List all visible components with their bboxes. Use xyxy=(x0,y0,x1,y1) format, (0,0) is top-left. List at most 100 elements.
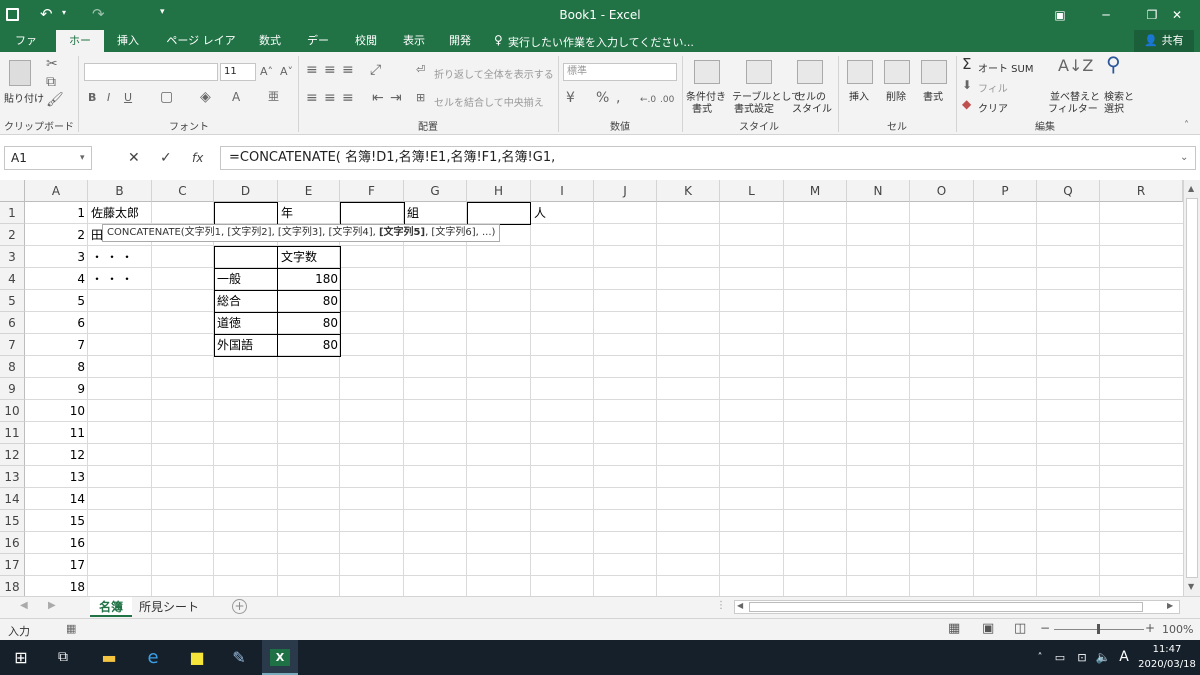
align-middle-icon[interactable]: ≡ xyxy=(324,62,336,78)
tray-up-arrow-icon[interactable]: ˄ xyxy=(1032,640,1048,675)
fill-icon[interactable]: ⬇ xyxy=(962,77,972,93)
cell-e5[interactable]: 80 xyxy=(278,290,341,312)
column-header-j[interactable]: J xyxy=(594,180,657,202)
scroll-down-icon[interactable]: ▼ xyxy=(1188,582,1194,591)
font-name-box[interactable] xyxy=(84,63,218,81)
new-sheet-icon[interactable]: + xyxy=(232,599,247,614)
tab-review[interactable]: 校閲 xyxy=(346,30,386,52)
row-header-11[interactable]: 11 xyxy=(0,422,25,444)
paste-button-label[interactable]: 貼り付け xyxy=(4,90,44,105)
page-break-view-icon[interactable]: ◫ xyxy=(1014,621,1026,636)
column-header-o[interactable]: O xyxy=(910,180,974,202)
align-top-icon[interactable]: ≡ xyxy=(306,62,318,78)
column-header-d[interactable]: D xyxy=(214,180,278,202)
cell-e7[interactable]: 80 xyxy=(278,334,341,356)
page-layout-view-icon[interactable]: ▣ xyxy=(982,621,994,636)
font-color-icon[interactable]: A xyxy=(232,89,240,105)
cell-i1[interactable]: 人 xyxy=(531,202,549,224)
ribbon-display-icon[interactable]: ▣ xyxy=(1037,0,1083,30)
share-button[interactable]: 👤 共有 xyxy=(1134,30,1194,52)
ime-indicator[interactable]: A xyxy=(1116,640,1132,675)
fill-button[interactable]: フィル xyxy=(978,80,1008,95)
delete-cells-label[interactable]: 削除 xyxy=(886,88,906,103)
column-header-n[interactable]: N xyxy=(847,180,910,202)
column-header-f[interactable]: F xyxy=(340,180,404,202)
cancel-icon[interactable]: ✕ xyxy=(128,150,140,166)
cell-b1[interactable]: 佐藤太郎 xyxy=(88,202,142,224)
column-header-m[interactable]: M xyxy=(784,180,847,202)
conditional-format-icon[interactable] xyxy=(694,60,720,84)
cell-a11[interactable]: 11 xyxy=(25,422,88,444)
row-header-10[interactable]: 10 xyxy=(0,400,25,422)
clear-icon[interactable]: ◆ xyxy=(962,96,971,112)
cell-a10[interactable]: 10 xyxy=(25,400,88,422)
percent-icon[interactable]: % xyxy=(596,90,609,106)
internet-explorer-icon[interactable]: e xyxy=(138,640,168,675)
insert-cells-icon[interactable] xyxy=(847,60,873,84)
cell-a14[interactable]: 14 xyxy=(25,488,88,510)
merge-center-icon[interactable]: ⊞ xyxy=(416,90,425,106)
cell-a8[interactable]: 8 xyxy=(25,356,88,378)
normal-view-icon[interactable]: ▦ xyxy=(948,621,960,636)
find-select-label-2[interactable]: 選択 xyxy=(1104,100,1124,115)
select-all-corner[interactable] xyxy=(0,180,25,202)
autosum-button[interactable]: オート SUM xyxy=(978,60,1033,75)
cell-a5[interactable]: 5 xyxy=(25,290,88,312)
row-header-17[interactable]: 17 xyxy=(0,554,25,576)
name-box[interactable]: A1 xyxy=(4,146,92,170)
shrink-font-icon[interactable]: A˅ xyxy=(280,64,293,80)
fill-color-icon[interactable]: ◈ xyxy=(200,89,211,105)
windows-start-icon[interactable]: ⊞ xyxy=(6,640,36,675)
zoom-slider-thumb[interactable] xyxy=(1097,624,1100,634)
battery-icon[interactable]: ▭ xyxy=(1052,640,1068,675)
zoom-in-icon[interactable]: + xyxy=(1145,621,1155,635)
cell-a18[interactable]: 18 xyxy=(25,576,88,596)
cell-a3[interactable]: 3 xyxy=(25,246,88,268)
cell-a16[interactable]: 16 xyxy=(25,532,88,554)
formula-input[interactable]: =CONCATENATE( 名簿!D1,名簿!E1,名簿!F1,名簿!G1, xyxy=(220,146,1196,170)
increase-decimal-icon[interactable]: ←.0 xyxy=(640,92,656,108)
phonetic-icon[interactable]: 亜 xyxy=(268,89,279,105)
expand-formula-icon[interactable]: ⌄ xyxy=(1180,150,1188,166)
row-header-2[interactable]: 2 xyxy=(0,224,25,246)
cell-a6[interactable]: 6 xyxy=(25,312,88,334)
row-header-18[interactable]: 18 xyxy=(0,576,25,596)
name-box-dropdown-icon[interactable]: ▾ xyxy=(80,150,85,166)
font-size-box[interactable]: 11 xyxy=(220,63,256,81)
row-header-13[interactable]: 13 xyxy=(0,466,25,488)
close-icon[interactable]: ✕ xyxy=(1154,0,1200,30)
cell-styles-icon[interactable] xyxy=(797,60,823,84)
row-header-1[interactable]: 1 xyxy=(0,202,25,224)
cell-d7[interactable]: 外国語 xyxy=(214,334,256,356)
enter-icon[interactable]: ✓ xyxy=(160,150,172,166)
row-header-16[interactable]: 16 xyxy=(0,532,25,554)
sticky-notes-icon[interactable]: ■ xyxy=(182,640,212,675)
cell-g1[interactable]: 組 xyxy=(404,202,422,224)
tab-data[interactable]: データ xyxy=(296,30,340,69)
underline-icon[interactable]: U xyxy=(124,90,132,106)
column-header-e[interactable]: E xyxy=(278,180,340,202)
align-right-icon[interactable]: ≡ xyxy=(342,90,354,106)
row-header-8[interactable]: 8 xyxy=(0,356,25,378)
macro-record-icon[interactable]: ▦ xyxy=(66,622,76,635)
column-header-k[interactable]: K xyxy=(657,180,720,202)
wrap-text-button[interactable]: 折り返して全体を表示する xyxy=(434,66,554,81)
column-header-l[interactable]: L xyxy=(720,180,784,202)
row-header-9[interactable]: 9 xyxy=(0,378,25,400)
tab-file[interactable]: ファイル xyxy=(2,30,50,69)
bold-icon[interactable]: B xyxy=(88,90,96,106)
row-header-6[interactable]: 6 xyxy=(0,312,25,334)
horizontal-scroll-thumb[interactable] xyxy=(749,602,1143,612)
row-header-7[interactable]: 7 xyxy=(0,334,25,356)
insert-cells-label[interactable]: 挿入 xyxy=(849,88,869,103)
column-header-a[interactable]: A xyxy=(25,180,88,202)
sort-filter-icon[interactable]: A↓Z xyxy=(1058,58,1093,74)
cell-b3[interactable]: ・・・ xyxy=(88,246,139,268)
cell-d4[interactable]: 一般 xyxy=(214,268,244,290)
cell-e6[interactable]: 80 xyxy=(278,312,341,334)
sort-filter-label-2[interactable]: フィルター xyxy=(1048,100,1098,115)
insert-function-icon[interactable]: fx xyxy=(192,150,203,166)
row-header-5[interactable]: 5 xyxy=(0,290,25,312)
number-format-box[interactable]: 標準 xyxy=(563,63,677,81)
cell-a7[interactable]: 7 xyxy=(25,334,88,356)
